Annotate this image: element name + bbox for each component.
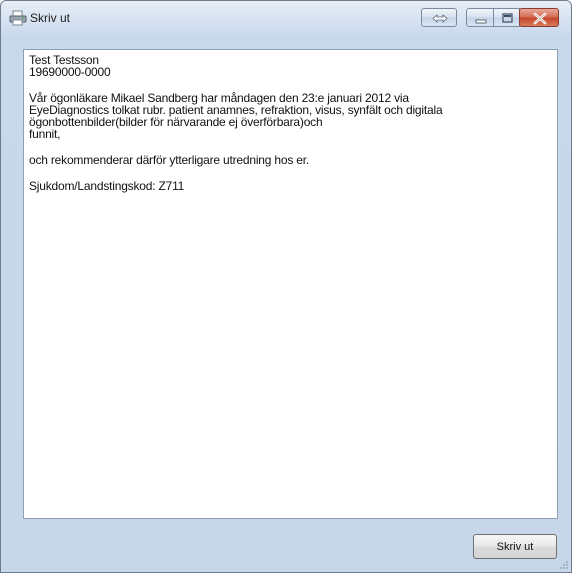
swap-button[interactable] [421, 8, 457, 27]
resize-grip-icon[interactable] [559, 560, 569, 570]
print-dialog-window: Skriv ut Test Testsson 19690000-0000 Vår… [0, 0, 572, 573]
swap-icon [432, 14, 448, 23]
minimize-button[interactable] [466, 8, 494, 27]
printer-icon [9, 10, 27, 26]
window-title: Skriv ut [30, 11, 71, 25]
maximize-button[interactable] [493, 8, 520, 27]
maximize-icon [502, 13, 513, 23]
minimize-icon [475, 19, 487, 24]
close-icon [533, 12, 547, 25]
document-text-area[interactable]: Test Testsson 19690000-0000 Vår ögonläka… [23, 49, 558, 519]
document-line: funnit, [29, 127, 61, 141]
document-line: Sjukdom/Landstingskod: Z711 [29, 179, 185, 193]
document-line: och rekommenderar därför ytterligare utr… [29, 153, 310, 167]
title-bar[interactable]: Skriv ut [1, 1, 571, 37]
document-line: 19690000-0000 [29, 65, 111, 79]
close-button[interactable] [519, 8, 559, 27]
print-button[interactable]: Skriv ut [473, 534, 557, 559]
document-line: ögonbottenbilder(bilder för närvarande e… [29, 115, 323, 129]
